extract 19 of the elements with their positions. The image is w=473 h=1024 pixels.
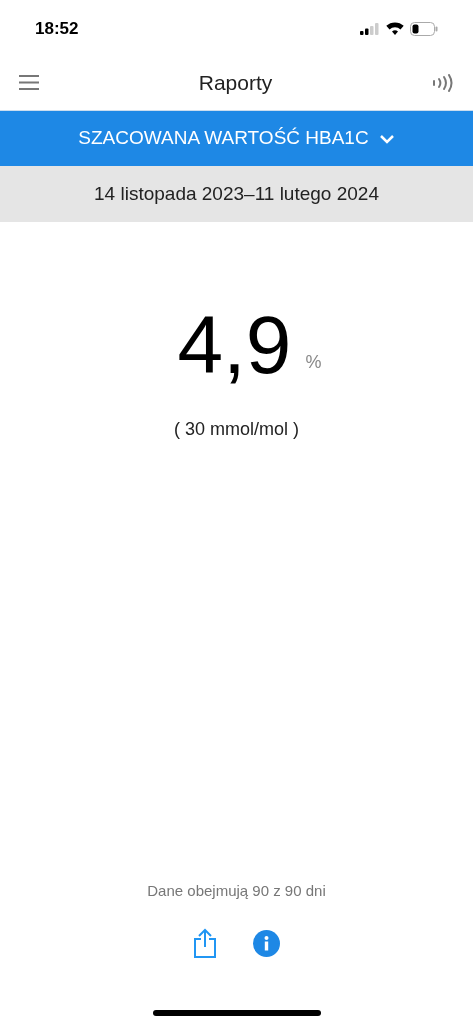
date-range-bar: 14 listopada 2023–11 lutego 2024 — [0, 166, 473, 222]
wifi-icon — [386, 22, 404, 35]
scan-button[interactable] — [430, 71, 454, 94]
status-time: 18:52 — [35, 17, 79, 40]
wireless-signal-icon — [432, 73, 454, 92]
mmol-value: ( 30 mmol/mol ) — [173, 418, 300, 441]
battery-icon — [410, 21, 438, 36]
coverage-text: Dane obejmują 90 z 90 dni — [146, 880, 327, 901]
share-button[interactable] — [193, 928, 217, 958]
report-selector[interactable]: SZACOWANA WARTOŚĆ HBA1C — [0, 110, 473, 166]
hba1c-value: 4,9 — [177, 304, 292, 386]
signal-icon — [360, 22, 380, 35]
info-button[interactable] — [253, 928, 280, 958]
info-icon — [253, 929, 280, 957]
chevron-down-icon — [378, 133, 395, 144]
unit-label: % — [305, 351, 322, 374]
share-icon — [193, 928, 217, 958]
screen-title: Raporty — [198, 69, 273, 96]
menu-icon — [19, 75, 39, 90]
